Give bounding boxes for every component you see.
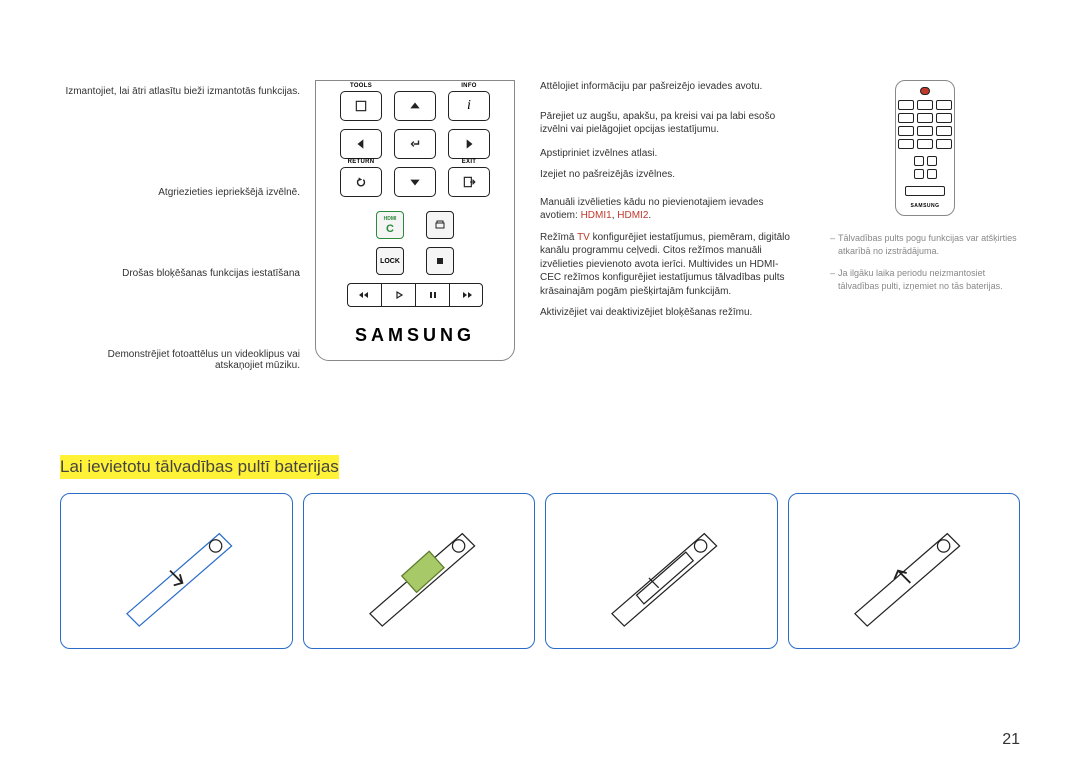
callout-tools: Izmantojiet, lai ātri atlasītu bieži izm…: [60, 86, 300, 97]
note-2: Ja ilgāku laika periodu neizmantosiet tā…: [830, 267, 1020, 292]
playback-row: [347, 283, 483, 307]
page-number: 21: [1002, 731, 1020, 749]
tools-button: TOOLS: [340, 91, 382, 121]
left-callouts: Izmantojiet, lai ātri atlasītu bieži izm…: [60, 80, 300, 395]
callout-media: Demonstrējiet fotoattēlus un videoklipus…: [60, 349, 300, 371]
step-3: [545, 493, 778, 649]
callout-return: Atgriezieties iepriekšējā izvēlnē.: [60, 187, 300, 198]
callout-info: Attēlojiet informāciju par pašreizējo ie…: [540, 80, 790, 94]
stop-button: [426, 247, 454, 275]
callout-exit: Izejiet no pašreizējās izvēlnes.: [540, 168, 790, 182]
info-button: INFOi: [448, 91, 490, 121]
brand-logo: SAMSUNG: [355, 325, 475, 346]
callout-lock: Aktivizējiet vai deaktivizējiet bloķēšan…: [540, 306, 790, 320]
down-button: [394, 167, 436, 197]
remote-body: TOOLS INFOi RETURN EXIT HDMIC: [315, 80, 515, 361]
left-button: [340, 129, 382, 159]
pause-button: [415, 283, 449, 307]
callout-confirm: Apstipriniet izvēlnes atlasi.: [540, 147, 790, 161]
rewind-button: [347, 283, 381, 307]
callout-lock-setup: Drošas bloķēšanas funkcijas iestatīšana: [60, 268, 300, 279]
up-button: [394, 91, 436, 121]
step-4: [788, 493, 1021, 649]
d-button: [426, 211, 454, 239]
exit-button: EXIT: [448, 167, 490, 197]
enter-button: [394, 129, 436, 159]
lock-button: LOCK: [376, 247, 404, 275]
hdmi-c-button: HDMIC: [376, 211, 404, 239]
callout-hdmi: Manuāli izvēlieties kādu no pievienotaji…: [540, 196, 790, 223]
callout-tv: Režīmā TV konfigurējiet iestatījumus, pi…: [540, 231, 790, 299]
step-2: [303, 493, 536, 649]
battery-steps: [60, 493, 1020, 649]
mini-remote-illustration: SAMSUNG: [895, 80, 955, 216]
remote-diagram: TOOLS INFOi RETURN EXIT HDMIC: [300, 80, 530, 395]
callout-nav: Pārejiet uz augšu, apakšu, pa kreisi vai…: [540, 110, 790, 137]
section-title: Lai ievietotu tālvadības pultī baterijas: [60, 455, 339, 479]
right-button: [448, 129, 490, 159]
right-callouts: Attēlojiet informāciju par pašreizējo ie…: [530, 80, 790, 395]
return-button: RETURN: [340, 167, 382, 197]
note-1: Tālvadības pults pogu funkcijas var atšķ…: [830, 232, 1020, 257]
step-1: [60, 493, 293, 649]
side-column: SAMSUNG Tālvadības pults pogu funkcijas …: [830, 80, 1020, 302]
ffwd-button: [449, 283, 483, 307]
play-button: [381, 283, 415, 307]
